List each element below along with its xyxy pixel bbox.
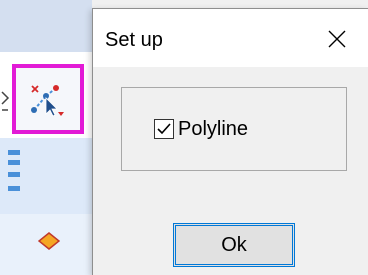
close-button[interactable] (319, 21, 355, 57)
diamond-shape-icon[interactable] (38, 232, 60, 250)
list-icon[interactable] (2, 150, 22, 202)
close-icon (328, 30, 346, 48)
checkmark-icon (157, 123, 171, 135)
polyline-label: Polyline (178, 117, 249, 140)
app-background-panel (0, 0, 92, 275)
dialog-title: Set up (105, 29, 163, 51)
ribbon-header (0, 0, 92, 52)
polyline-select-tool-icon (31, 85, 64, 117)
dialog-titlebar[interactable]: Set up (93, 9, 368, 67)
polyline-option[interactable]: Polyline (154, 118, 248, 140)
partial-tool-icon (1, 91, 10, 111)
ok-button[interactable]: Ok (173, 223, 295, 267)
polyline-checkbox[interactable] (154, 119, 174, 139)
polyline-tool-button[interactable] (12, 64, 84, 134)
setup-dialog: Set up Polyline Ok (92, 8, 368, 275)
options-group: Polyline (121, 87, 347, 171)
